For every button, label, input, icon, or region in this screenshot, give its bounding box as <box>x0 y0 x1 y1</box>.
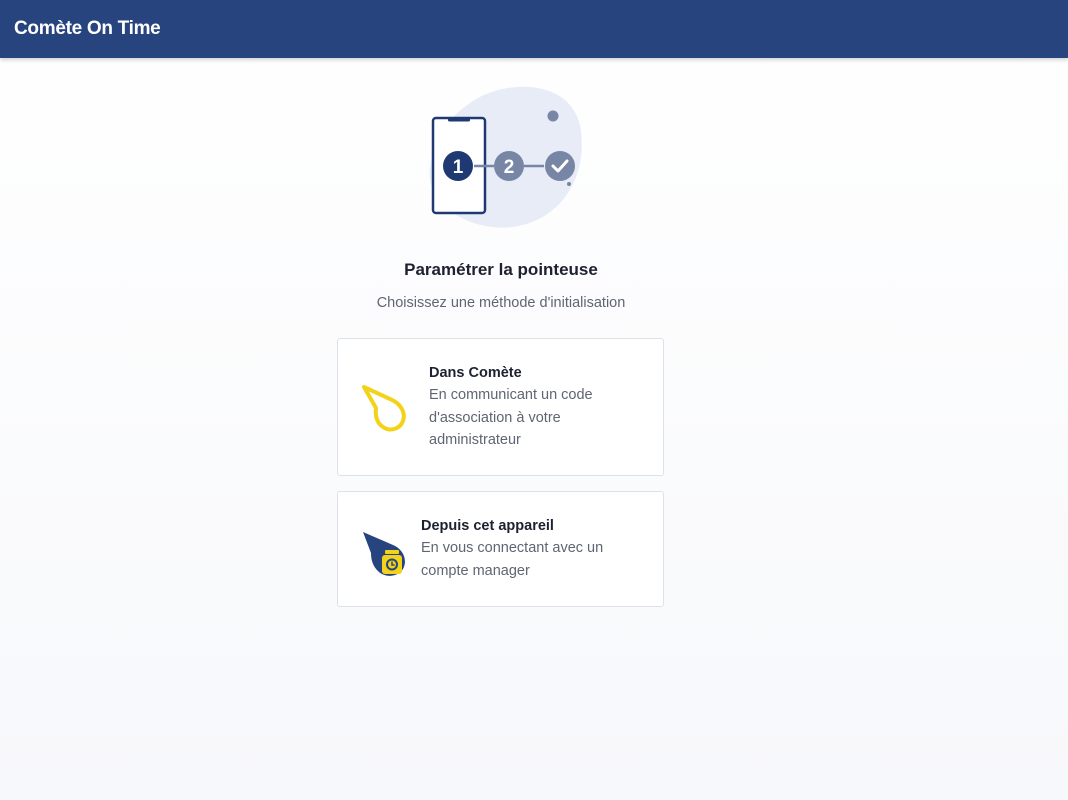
option-description: En vous connectant avec un compte manage… <box>421 540 604 579</box>
setup-steps-illustration: 1 2 <box>429 86 582 228</box>
option-card-in-comete[interactable]: Dans Comète En communicant un code d'ass… <box>337 338 664 476</box>
app-title: Comète On Time <box>14 18 161 39</box>
page-title: Paramétrer la pointeuse <box>404 260 598 279</box>
option-card-this-device[interactable]: Depuis cet appareil En vous connectant a… <box>337 491 664 607</box>
option-description: En communicant un code d'association à v… <box>429 387 593 448</box>
option-title: Depuis cet appareil <box>421 518 554 534</box>
comet-timer-icon <box>363 532 405 576</box>
option-title: Dans Comète <box>429 365 522 381</box>
decor-dot-small <box>567 182 571 186</box>
decor-dot-large <box>547 110 559 122</box>
comet-outline-icon <box>362 385 406 432</box>
step-done-circle <box>545 151 575 181</box>
option-text: Dans Comète En communicant un code d'ass… <box>429 363 649 452</box>
app-header: Comète On Time <box>0 0 1068 58</box>
step-2-label: 2 <box>504 157 515 178</box>
step-1-label: 1 <box>453 157 464 178</box>
option-text: Depuis cet appareil En vous connectant a… <box>421 516 641 582</box>
setup-page: 1 2 Paramétrer la pointeuse Choisissez u… <box>0 58 1068 800</box>
page-subtitle: Choisissez une méthode d'initialisation <box>376 295 626 311</box>
